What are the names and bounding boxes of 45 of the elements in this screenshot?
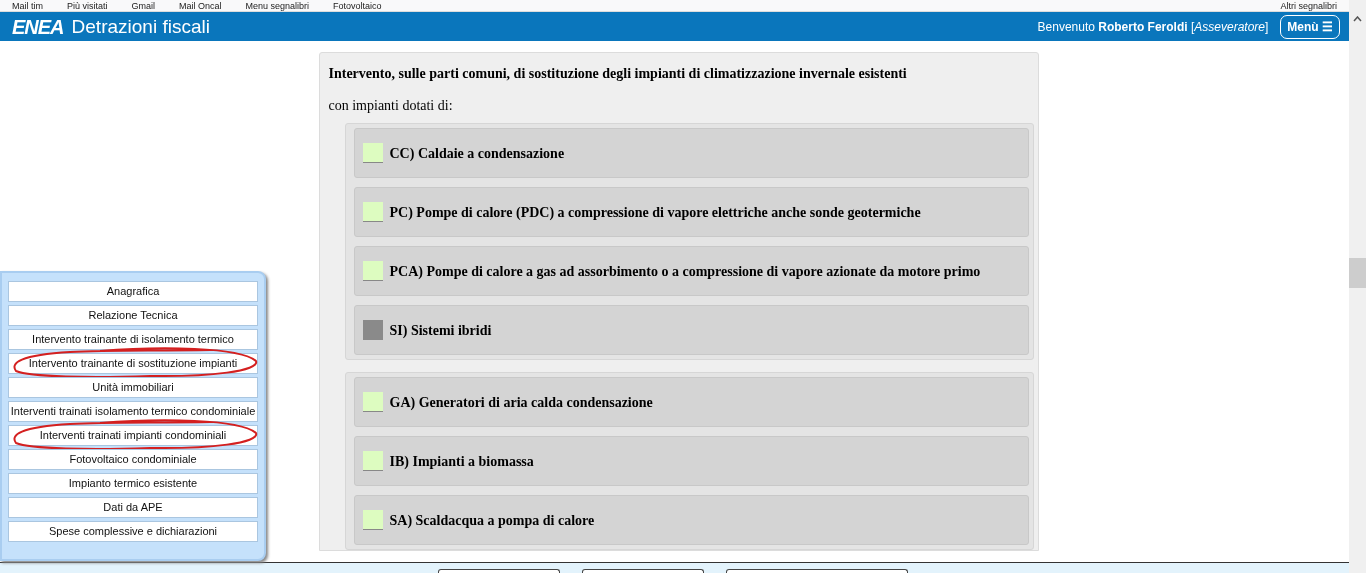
sidebar-item[interactable]: Relazione Tecnica	[8, 305, 258, 326]
option-label: PCA) Pompe di calore a gas ad assorbimento o a compressione di vapore azionate da motore primo	[389, 262, 981, 281]
option-label: IB) Impianti a biomassa	[389, 452, 534, 471]
option-row[interactable]: GA) Generatori di aria calda condensazione	[353, 377, 1029, 427]
sidebar-item[interactable]: Intervento trainante di isolamento termico	[8, 329, 258, 350]
scroll-up-icon[interactable]	[1353, 16, 1362, 22]
bookmark-link[interactable]: Mail tim	[12, 0, 43, 11]
menu-button[interactable]: Menù ☰	[1280, 14, 1340, 39]
bookmark-link[interactable]: Fotovoltaico	[333, 0, 382, 11]
sidebar-item[interactable]: Interventi trainati isolamento termico condominiale	[8, 401, 258, 422]
app-title: Detrazioni fiscali	[71, 17, 210, 36]
option-label: SA) Scaldacqua a pompa di calore	[389, 511, 595, 530]
checkbox[interactable]	[362, 143, 383, 163]
option-label: PC) Pompe di calore (PDC) a compressione di vapore elettriche anche sonde geotermiche	[389, 203, 921, 222]
sidebar-item[interactable]: Fotovoltaico condominiale	[8, 449, 258, 470]
sidebar-item[interactable]: Dati da APE	[8, 497, 258, 518]
scrollbar-thumb[interactable]	[1349, 258, 1366, 288]
option-label: CC) Caldaie a condensazione	[389, 144, 565, 163]
option-label: GA) Generatori di aria calda condensazione	[389, 393, 653, 412]
sidebar-item[interactable]: Impianto termico esistente	[8, 473, 258, 494]
option-row[interactable]: PCA) Pompe di calore a gas ad assorbimento o a compressione di vapore azionate da motore primo	[353, 246, 1029, 296]
checkbox[interactable]	[362, 202, 383, 222]
logo: ENEA	[12, 16, 64, 37]
option-row[interactable]: PC) Pompe di calore (PDC) a compressione di vapore elettriche anche sonde geotermiche	[353, 187, 1029, 237]
welcome-text: Benvenuto Roberto Feroldi [Asseveratore]	[1037, 18, 1269, 36]
option-row[interactable]: CC) Caldaie a condensazione	[353, 128, 1029, 178]
sidebar-item[interactable]: Anagrafica	[8, 281, 258, 302]
sidebar-item[interactable]: Interventi trainati impianti condominiali	[8, 425, 258, 446]
form-subtitle: con impianti dotati di:	[328, 97, 454, 115]
checkbox[interactable]	[362, 261, 383, 281]
bookmark-link[interactable]: Mail Oncal	[179, 0, 222, 11]
option-row[interactable]: IB) Impianti a biomassa	[353, 436, 1029, 486]
sidebar-item[interactable]: Spese complessive e dichiarazioni	[8, 521, 258, 542]
bookmark-link[interactable]: Più visitati	[67, 0, 108, 11]
bookmark-link[interactable]: Altri segnalibri	[1280, 0, 1337, 11]
checkbox[interactable]	[362, 510, 383, 530]
form-title: Intervento, sulle parti comuni, di sostituzione degli impianti di climatizzazione invernale esistenti	[328, 65, 908, 83]
option-label: SI) Sistemi ibridi	[389, 321, 492, 340]
bookmark-link[interactable]: Gmail	[131, 0, 156, 11]
option-row[interactable]: SA) Scaldacqua a pompa di calore	[353, 495, 1029, 545]
bookmark-link[interactable]: Menu segnalibri	[245, 0, 310, 11]
checkbox[interactable]	[362, 392, 383, 412]
checkbox[interactable]	[362, 451, 383, 471]
sidebar-item[interactable]: Unità immobiliari	[8, 377, 258, 398]
sidebar-item[interactable]: Intervento trainante di sostituzione impianti	[8, 353, 258, 374]
